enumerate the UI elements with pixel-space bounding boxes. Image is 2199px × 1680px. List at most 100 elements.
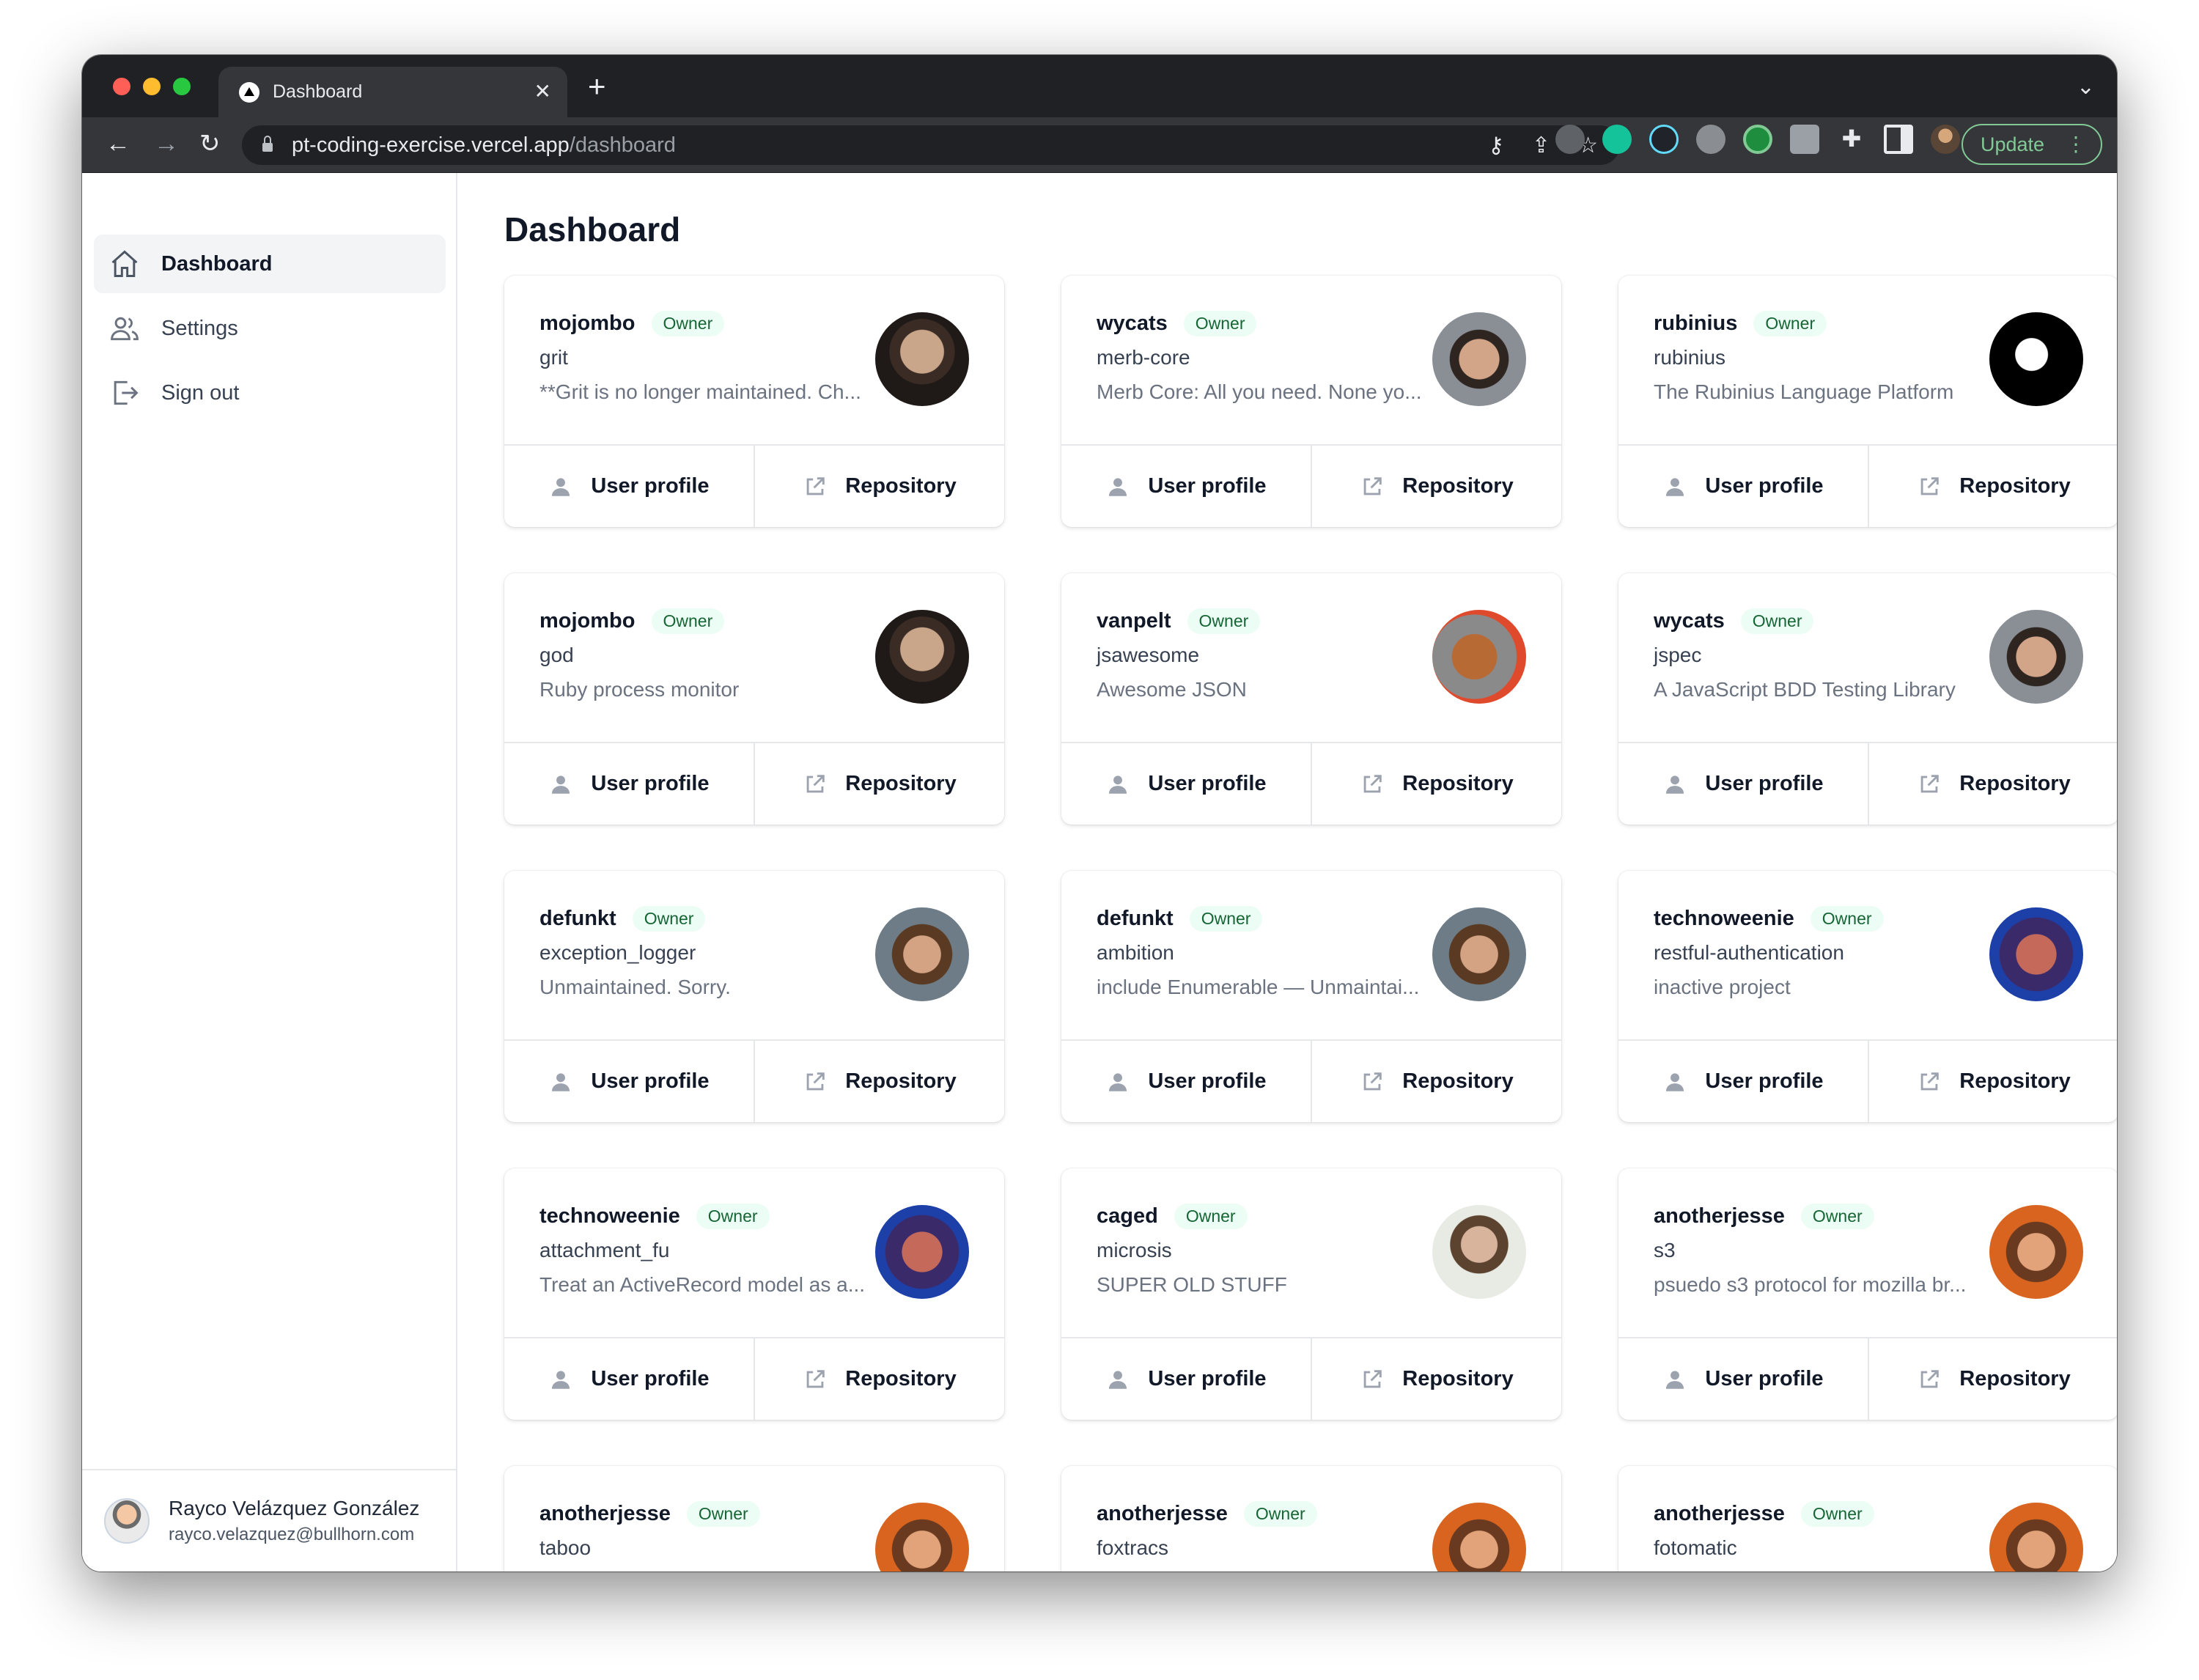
close-window-button[interactable]	[113, 78, 130, 95]
new-tab-button[interactable]: +	[588, 71, 606, 102]
share-icon[interactable]: ⇪	[1532, 133, 1550, 158]
extension-cube-icon[interactable]	[1696, 125, 1725, 154]
sidebar-item-settings[interactable]: Settings	[94, 299, 446, 358]
user-icon	[1666, 1072, 1684, 1091]
card-actions: User profile Repository	[504, 742, 1004, 825]
update-button[interactable]: Update ⋮	[1962, 124, 2102, 165]
sidebar-user-profile[interactable]: Rayco Velázquez González rayco.velazquez…	[82, 1469, 456, 1572]
card-header: wycats Owner merb-core Merb Core: All yo…	[1061, 276, 1561, 444]
repo-name: rubinius	[1654, 346, 1726, 369]
user-profile-button[interactable]: User profile	[504, 446, 754, 527]
owner-badge: Owner	[1187, 608, 1261, 634]
user-profile-button[interactable]: User profile	[504, 1338, 754, 1420]
external-link-icon	[1920, 774, 1939, 792]
owner-row: vanpelt Owner	[1097, 608, 1261, 634]
kebab-menu-icon[interactable]: ⋮	[2066, 133, 2086, 156]
repository-button[interactable]: Repository	[1868, 446, 2117, 527]
owner-login: wycats	[1654, 609, 1725, 633]
user-profile-button[interactable]: User profile	[504, 1041, 754, 1122]
owner-row: caged Owner	[1097, 1204, 1248, 1229]
sign-out-icon	[114, 380, 139, 405]
user-profile-button[interactable]: User profile	[1061, 1338, 1311, 1420]
address-bar[interactable]: pt-coding-exercise.vercel.app/dashboard …	[242, 125, 1620, 165]
user-profile-button[interactable]: User profile	[1061, 446, 1311, 527]
app: Dashboard Settings Sign out Rayco Velázq…	[82, 173, 2117, 1572]
repository-button[interactable]: Repository	[1868, 1338, 2117, 1420]
repository-button[interactable]: Repository	[754, 446, 1004, 527]
repo-description: Merb Core: All you need. None yo...	[1097, 380, 1422, 403]
lock-icon[interactable]	[262, 136, 273, 152]
owner-row: anotherjesse Owner	[1654, 1501, 1874, 1527]
repository-button[interactable]: Repository	[1311, 1338, 1561, 1420]
side-panel-icon[interactable]	[1884, 125, 1913, 154]
owner-login: anotherjesse	[539, 1502, 671, 1525]
repository-button[interactable]: Repository	[1311, 743, 1561, 825]
back-button[interactable]: ←	[106, 130, 130, 157]
extension-gear-icon[interactable]	[1555, 125, 1585, 154]
user-profile-button[interactable]: User profile	[1061, 743, 1311, 825]
extension-react-icon[interactable]	[1649, 125, 1679, 154]
forward-button[interactable]: →	[154, 130, 179, 157]
avatar	[1432, 1503, 1526, 1572]
owner-row: anotherjesse Owner	[1097, 1501, 1317, 1527]
tab-close-icon[interactable]: ✕	[534, 81, 551, 102]
repository-button[interactable]: Repository	[754, 1041, 1004, 1122]
owner-login: anotherjesse	[1097, 1502, 1228, 1525]
owner-row: anotherjesse Owner	[539, 1501, 760, 1527]
repo-name: taboo	[539, 1536, 592, 1559]
browser-titlebar: Dashboard ✕ + ⌄	[82, 55, 2117, 117]
owner-badge: Owner	[1183, 311, 1257, 336]
tab-search-chevron-icon[interactable]: ⌄	[2077, 74, 2095, 100]
reload-button[interactable]: ↻	[199, 130, 221, 157]
extension-grammarly-icon[interactable]	[1602, 125, 1632, 154]
repository-button[interactable]: Repository	[1311, 446, 1561, 527]
avatar	[875, 1205, 969, 1299]
repository-button[interactable]: Repository	[754, 743, 1004, 825]
owner-badge: Owner	[1189, 906, 1263, 932]
owner-row: technoweenie Owner	[1654, 906, 1884, 932]
card-header: technoweenie Owner attachment_fu Treat a…	[504, 1168, 1004, 1337]
extension-box-icon[interactable]	[1790, 125, 1819, 154]
external-link-icon	[806, 1369, 825, 1388]
repository-button[interactable]: Repository	[1311, 1041, 1561, 1122]
minimize-window-button[interactable]	[143, 78, 161, 95]
extension-target-icon[interactable]	[1743, 125, 1772, 154]
user-profile-button[interactable]: User profile	[1618, 743, 1868, 825]
users-icon	[111, 317, 139, 341]
owner-row: mojombo Owner	[539, 608, 725, 634]
avatar	[875, 1503, 969, 1572]
profile-avatar[interactable]	[1931, 125, 1960, 154]
repository-button[interactable]: Repository	[1868, 743, 2117, 825]
repo-description: Flash photo widget prototype - h...	[1654, 1571, 1991, 1572]
sidebar-item-label: Settings	[161, 316, 238, 340]
user-name: Rayco Velázquez González	[169, 1497, 420, 1519]
avatar	[104, 1498, 150, 1544]
repo-name: merb-core	[1097, 346, 1190, 369]
external-link-icon	[1363, 1072, 1382, 1090]
browser-tab[interactable]: Dashboard ✕	[218, 67, 567, 117]
maximize-window-button[interactable]	[173, 78, 191, 95]
key-icon[interactable]: ⚷	[1488, 133, 1504, 158]
repository-button[interactable]: Repository	[754, 1338, 1004, 1420]
user-profile-button[interactable]: User profile	[1618, 446, 1868, 527]
repository-label: Repository	[845, 772, 957, 795]
browser-toolbar: ← → ↻ pt-coding-exercise.vercel.app/dash…	[82, 117, 2117, 173]
card-header: anotherjesse Owner s3 psuedo s3 protocol…	[1618, 1168, 2117, 1337]
sidebar-item-sign-out[interactable]: Sign out	[94, 364, 446, 422]
user-profile-button[interactable]: User profile	[1061, 1041, 1311, 1122]
repository-label: Repository	[1402, 1367, 1514, 1390]
user-profile-label: User profile	[591, 474, 710, 498]
sidebar-item-dashboard[interactable]: Dashboard	[94, 235, 446, 293]
card-header: wycats Owner jspec A JavaScript BDD Test…	[1618, 573, 2117, 742]
user-profile-button[interactable]: User profile	[1618, 1338, 1868, 1420]
extensions-puzzle-icon[interactable]: ✚	[1837, 125, 1866, 154]
user-profile-button[interactable]: User profile	[504, 743, 754, 825]
external-link-icon	[806, 1072, 825, 1090]
avatar	[1989, 1205, 2083, 1299]
user-icon	[552, 1072, 570, 1091]
tab-title: Dashboard	[273, 81, 363, 102]
repository-button[interactable]: Repository	[1868, 1041, 2117, 1122]
repository-card: rubinius Owner rubinius The Rubinius Lan…	[1618, 276, 2117, 527]
user-profile-button[interactable]: User profile	[1618, 1041, 1868, 1122]
owner-badge: Owner	[1243, 1501, 1317, 1527]
